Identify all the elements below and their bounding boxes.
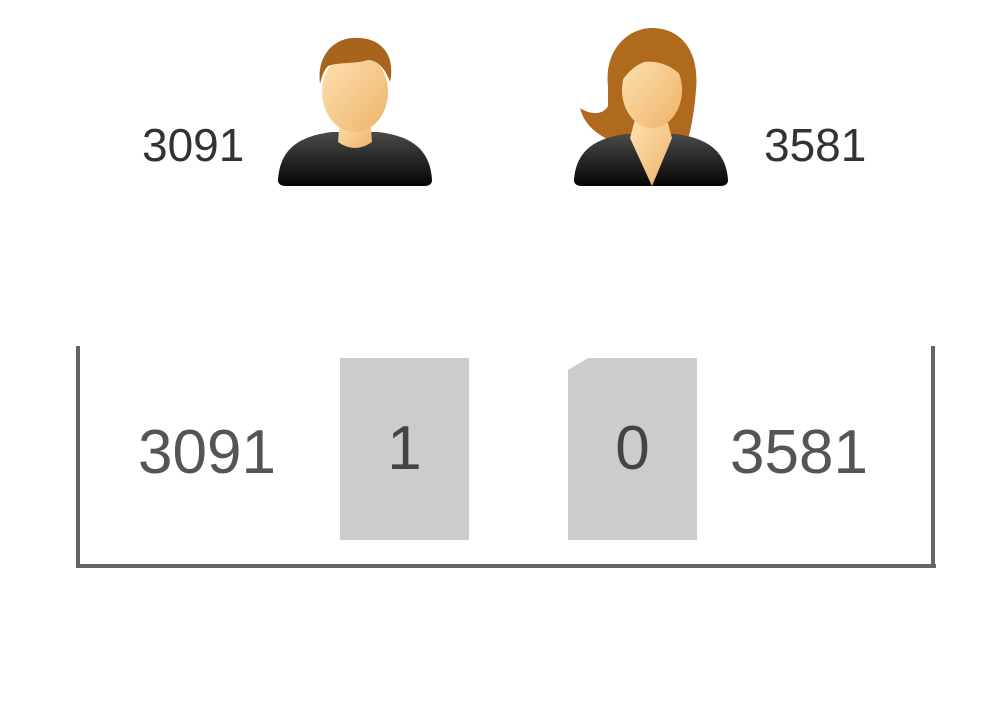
bracket-right-value: 3581: [730, 418, 868, 487]
female-value-label: 3581: [764, 119, 867, 171]
diagram-canvas: { "top": { "male_value": "3091", "female…: [0, 0, 993, 709]
bracket-right-edge: [931, 346, 935, 568]
right-box: 0: [568, 358, 697, 540]
male-user-icon: [272, 30, 438, 190]
left-box-label: 1: [387, 414, 422, 483]
bracket-bottom-edge: [76, 564, 936, 568]
male-value-label: 3091: [142, 119, 245, 171]
left-box: 1: [340, 358, 469, 540]
female-user-icon: [568, 26, 734, 190]
bracket-left-edge: [76, 346, 80, 568]
bracket-left-value: 3091: [138, 418, 276, 487]
right-box-label: 0: [615, 414, 650, 483]
right-box-corner-notch: [568, 358, 588, 370]
